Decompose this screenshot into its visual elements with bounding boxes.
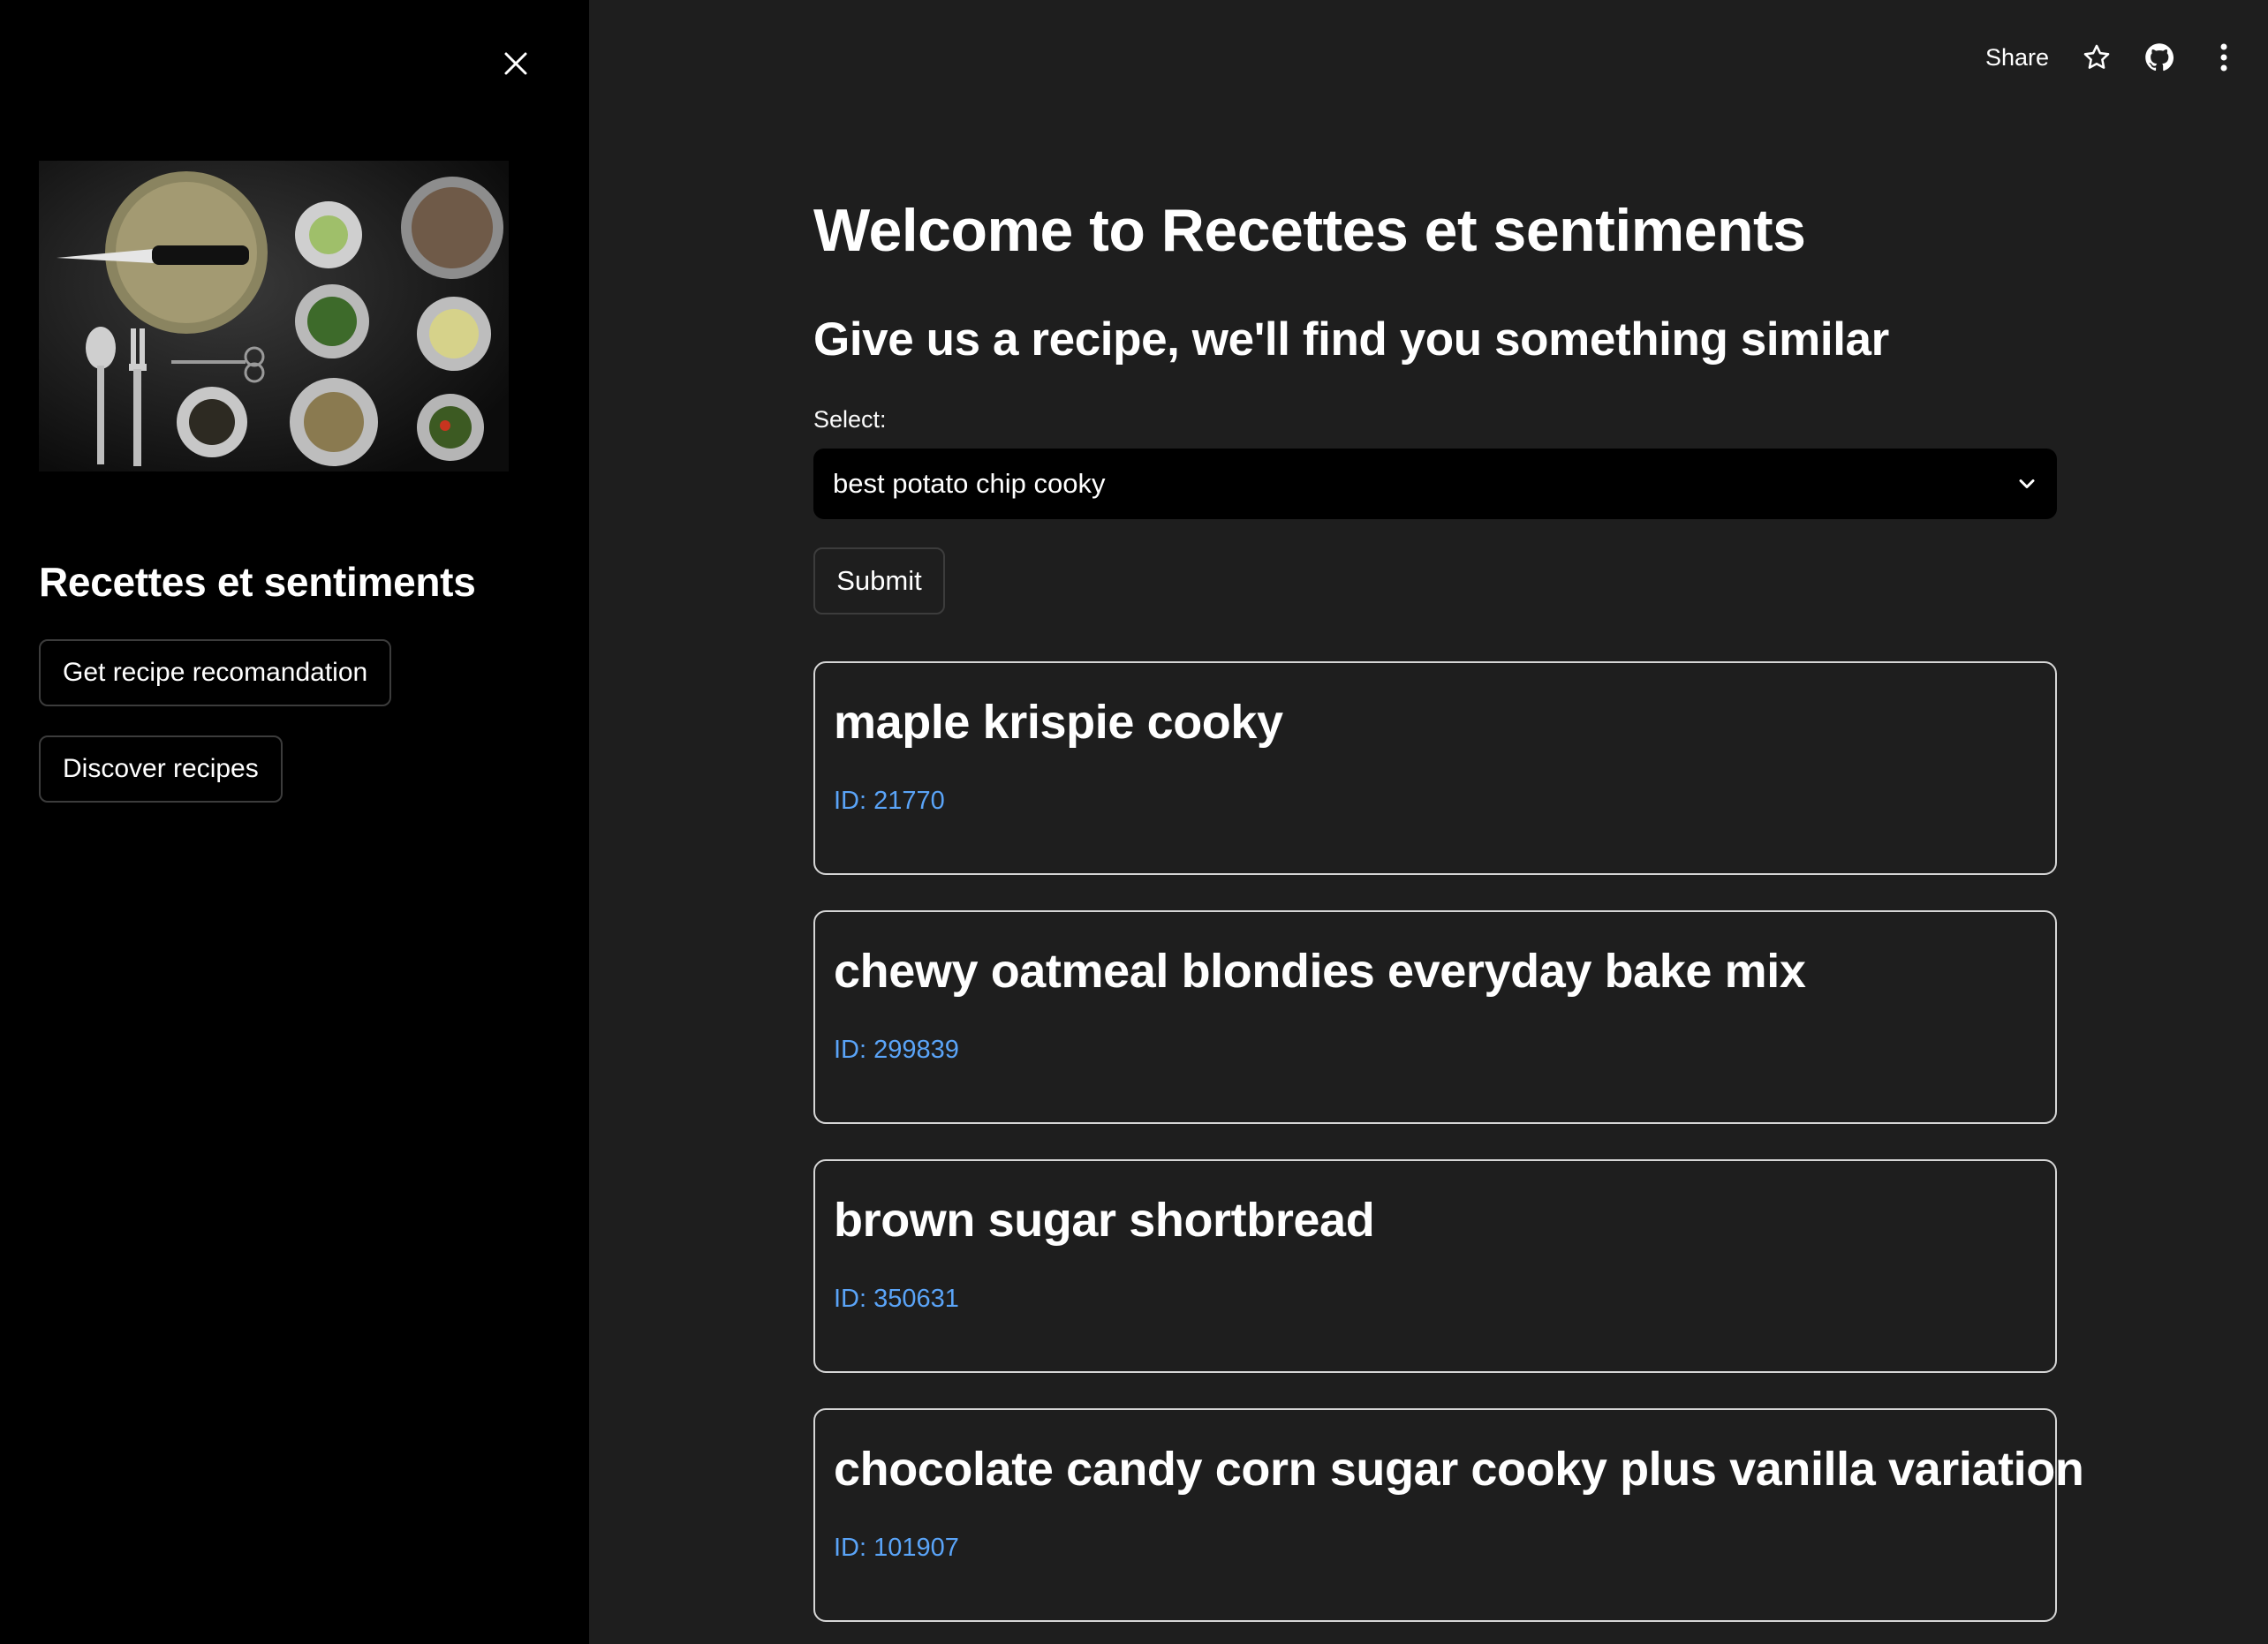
recipe-id: ID: 350631 — [834, 1285, 959, 1313]
close-sidebar-button[interactable] — [496, 44, 535, 83]
recipe-card: chocolate candy corn sugar cooky plus va… — [813, 1408, 2084, 1622]
get-recipe-recommendation-button[interactable]: Get recipe recomandation — [39, 639, 392, 706]
app: Recettes et sentiments Get recipe recoma… — [0, 0, 2268, 1644]
recipe-select[interactable]: best potato chip cooky — [813, 449, 2057, 519]
close-icon — [504, 52, 527, 75]
github-button[interactable] — [2141, 39, 2178, 76]
recipe-card: chewy oatmeal blondies everyday bake mix… — [813, 910, 2057, 1124]
recipe-card: maple krispie cooky ID: 21770 — [813, 661, 2057, 875]
sidebar-title: Recettes et sentiments — [39, 559, 476, 605]
recipe-title: brown sugar shortbread — [834, 1194, 1375, 1247]
select-label: Select: — [813, 406, 887, 433]
page-subtitle: Give us a recipe, we'll find you somethi… — [813, 313, 1889, 366]
recipe-title: chocolate candy corn sugar cooky plus va… — [834, 1443, 2084, 1496]
share-button[interactable]: Share — [1985, 44, 2049, 72]
submit-button[interactable]: Submit — [813, 547, 945, 615]
recipe-id: ID: 299839 — [834, 1036, 959, 1064]
more-vertical-icon — [2220, 43, 2227, 72]
main-menu-button[interactable] — [2205, 39, 2242, 76]
recipe-title: chewy oatmeal blondies everyday bake mix — [834, 945, 1806, 998]
chevron-down-icon — [2019, 479, 2035, 488]
recipe-title: maple krispie cooky — [834, 696, 1283, 749]
sidebar: Recettes et sentiments Get recipe recoma… — [0, 0, 589, 1644]
discover-recipes-button[interactable]: Discover recipes — [39, 735, 283, 803]
select-value: best potato chip cooky — [833, 468, 1106, 499]
star-icon — [2083, 44, 2110, 69]
recipe-card: brown sugar shortbread ID: 350631 — [813, 1159, 2057, 1373]
github-icon — [2145, 43, 2174, 72]
recipe-id: ID: 21770 — [834, 787, 945, 815]
cooking-ingredients-image — [39, 161, 509, 471]
page-title: Welcome to Recettes et sentiments — [813, 197, 1806, 264]
star-button[interactable] — [2078, 39, 2115, 76]
recipe-id: ID: 101907 — [834, 1534, 959, 1562]
